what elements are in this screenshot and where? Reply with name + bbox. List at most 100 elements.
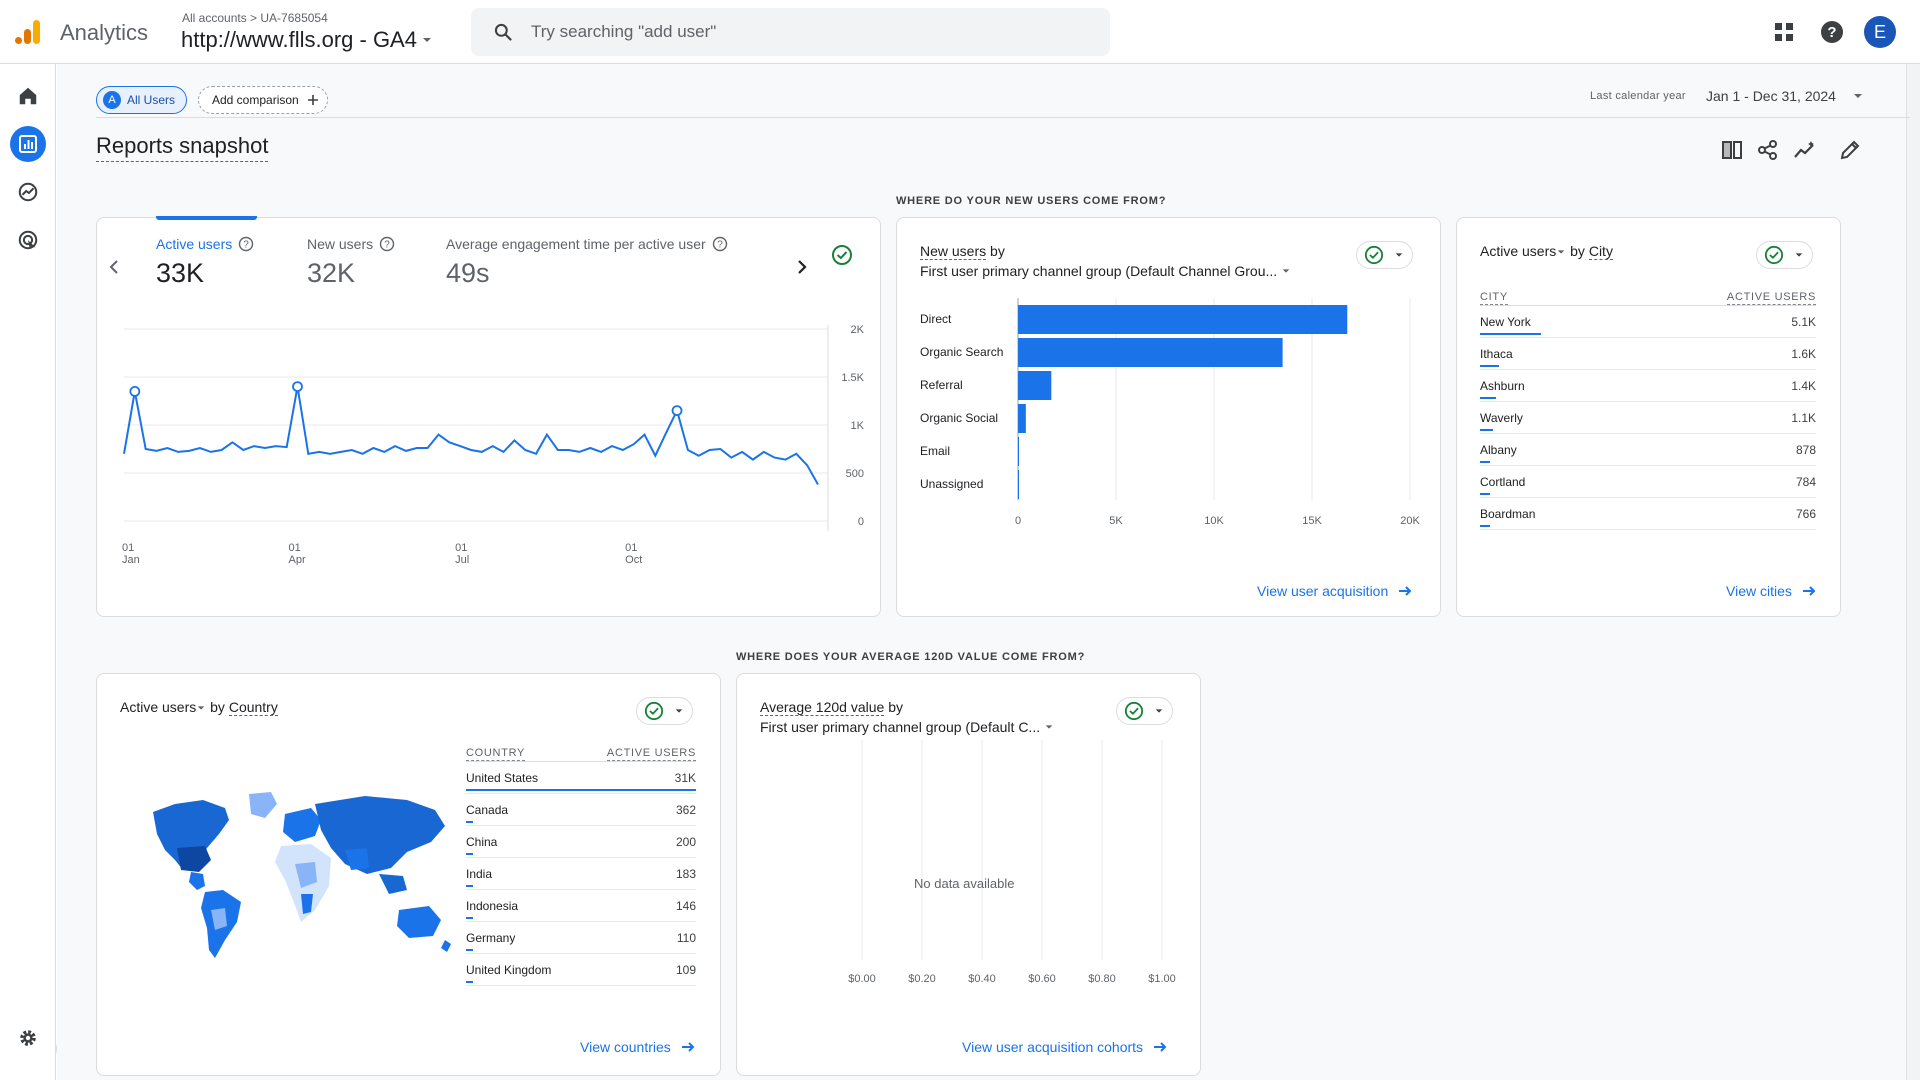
- nav-advertising[interactable]: [10, 222, 46, 258]
- table-row[interactable]: United Kingdom 109: [466, 954, 696, 986]
- column-header[interactable]: COUNTRY: [466, 747, 526, 761]
- metric-tab-new-users[interactable]: New users ? 32K: [307, 236, 395, 289]
- chevron-down-icon: [422, 38, 431, 42]
- table-row[interactable]: Boardman 766: [1480, 498, 1816, 530]
- row-share-bar: [466, 821, 473, 823]
- link-label: View cities: [1726, 583, 1792, 599]
- x-tick-month: Oct: [625, 554, 642, 565]
- search-input[interactable]: [531, 22, 1091, 42]
- heading-metric-selector[interactable]: Active users: [1480, 243, 1566, 259]
- apps-button[interactable]: [1770, 18, 1798, 46]
- row-name: Canada: [466, 802, 509, 817]
- view-cohorts-link[interactable]: View user acquisition cohorts: [962, 1039, 1167, 1055]
- analytics-logo-icon[interactable]: [14, 18, 42, 46]
- home-icon: [19, 87, 37, 105]
- bar-category-label: Direct: [920, 312, 952, 326]
- dimension-selector[interactable]: First user primary channel group (Defaul…: [760, 717, 1054, 737]
- help-icon[interactable]: ?: [379, 236, 395, 252]
- date-range-picker[interactable]: Jan 1 - Dec 31, 2024: [1706, 88, 1864, 104]
- table-row[interactable]: Germany 110: [466, 922, 696, 954]
- nav-explore[interactable]: [10, 174, 46, 210]
- table-row[interactable]: New York 5.1K: [1480, 306, 1816, 338]
- chevron-right-icon: [798, 260, 807, 274]
- share-button[interactable]: [1754, 136, 1782, 164]
- metric-tab-active-users[interactable]: Active users ? 33K: [156, 236, 254, 289]
- heading-dimension[interactable]: City: [1588, 243, 1613, 260]
- table-row[interactable]: Canada 362: [466, 794, 696, 826]
- row-value: 110: [676, 930, 696, 945]
- account-breadcrumb[interactable]: All accounts > UA-7685054: [182, 11, 328, 25]
- y-tick-label: 0: [858, 516, 864, 528]
- add-comparison-button[interactable]: Add comparison: [198, 86, 328, 114]
- heading-metric[interactable]: Average 120d value: [760, 699, 885, 716]
- view-user-acquisition-link[interactable]: View user acquisition: [1257, 583, 1412, 599]
- metric-label: Active users: [156, 236, 233, 252]
- x-tick-label: $0.60: [1028, 973, 1056, 985]
- column-header[interactable]: ACTIVE USERS: [1726, 291, 1816, 305]
- metrics-prev-button[interactable]: [108, 258, 120, 276]
- table-row[interactable]: China 200: [466, 826, 696, 858]
- country-heading: Active users by Country: [120, 697, 278, 717]
- metric-tab-engagement-time[interactable]: Average engagement time per active user …: [446, 236, 728, 289]
- x-tick-label: $0.00: [848, 973, 876, 985]
- x-tick-label: 20K: [1400, 515, 1420, 527]
- apps-icon: [1775, 23, 1793, 41]
- section-caption-value: WHERE DOES YOUR AVERAGE 120D VALUE COME …: [736, 651, 1086, 663]
- world-map[interactable]: [145, 790, 455, 970]
- heading-metric[interactable]: New users: [920, 243, 987, 260]
- bar-direct: [1018, 305, 1348, 334]
- edit-button[interactable]: [1836, 136, 1864, 164]
- map-south-america: [201, 890, 241, 958]
- overview-check-button[interactable]: [831, 244, 853, 266]
- help-icon[interactable]: ?: [238, 236, 254, 252]
- search-bar[interactable]: [471, 8, 1110, 56]
- table-row[interactable]: Albany 878: [1480, 434, 1816, 466]
- table-row[interactable]: Cortland 784: [1480, 466, 1816, 498]
- acquisition-check-menu[interactable]: [1356, 241, 1413, 269]
- row-share-bar: [466, 789, 696, 791]
- date-caption: Last calendar year: [1590, 90, 1686, 102]
- country-check-menu[interactable]: [636, 697, 693, 725]
- compare-button[interactable]: [1718, 136, 1746, 164]
- nav-home[interactable]: [10, 78, 46, 114]
- comparison-chip-all-users[interactable]: A All Users: [96, 86, 187, 114]
- heading-by: by: [1570, 243, 1585, 259]
- chevron-down-icon: [1557, 250, 1565, 254]
- table-row[interactable]: United States 31K: [466, 762, 696, 794]
- metrics-next-button[interactable]: [796, 258, 808, 276]
- x-tick-label: $0.80: [1088, 973, 1116, 985]
- nav-reports[interactable]: [10, 126, 46, 162]
- city-check-menu[interactable]: [1756, 241, 1813, 269]
- help-button[interactable]: ?: [1818, 18, 1846, 46]
- view-countries-link[interactable]: View countries: [580, 1039, 695, 1055]
- row-share-bar: [466, 917, 473, 919]
- table-row[interactable]: India 183: [466, 858, 696, 890]
- property-selector[interactable]: http://www.flls.org - GA4: [181, 27, 433, 53]
- page-scrollbar[interactable]: [1906, 64, 1920, 1080]
- nav-admin[interactable]: [10, 1020, 46, 1056]
- svg-text:?: ?: [384, 240, 390, 251]
- column-header[interactable]: CITY: [1480, 291, 1508, 305]
- heading-dimension[interactable]: Country: [228, 699, 278, 716]
- table-row[interactable]: Waverly 1.1K: [1480, 402, 1816, 434]
- row-value: 1.4K: [1791, 378, 1816, 393]
- column-header[interactable]: ACTIVE USERS: [606, 747, 696, 761]
- help-icon: ?: [1821, 21, 1843, 43]
- account-avatar[interactable]: E: [1864, 16, 1896, 48]
- row-name: Cortland: [1480, 474, 1526, 489]
- table-row[interactable]: Ithaca 1.6K: [1480, 338, 1816, 370]
- table-row[interactable]: Indonesia 146: [466, 890, 696, 922]
- view-cities-link[interactable]: View cities: [1726, 583, 1816, 599]
- dimension-selector[interactable]: First user primary channel group (Defaul…: [920, 261, 1291, 281]
- row-share-bar: [1480, 429, 1494, 431]
- heading-metric-selector[interactable]: Active users: [120, 699, 206, 715]
- row-value: 784: [1795, 474, 1816, 489]
- help-icon[interactable]: ?: [712, 236, 728, 252]
- row-value: 766: [1795, 506, 1816, 521]
- insights-button[interactable]: [1791, 136, 1819, 164]
- table-row[interactable]: Ashburn 1.4K: [1480, 370, 1816, 402]
- x-tick-label: 15K: [1302, 515, 1322, 527]
- row-share-bar: [1480, 333, 1541, 335]
- svg-text:?: ?: [717, 240, 723, 251]
- value-check-menu[interactable]: [1116, 697, 1173, 725]
